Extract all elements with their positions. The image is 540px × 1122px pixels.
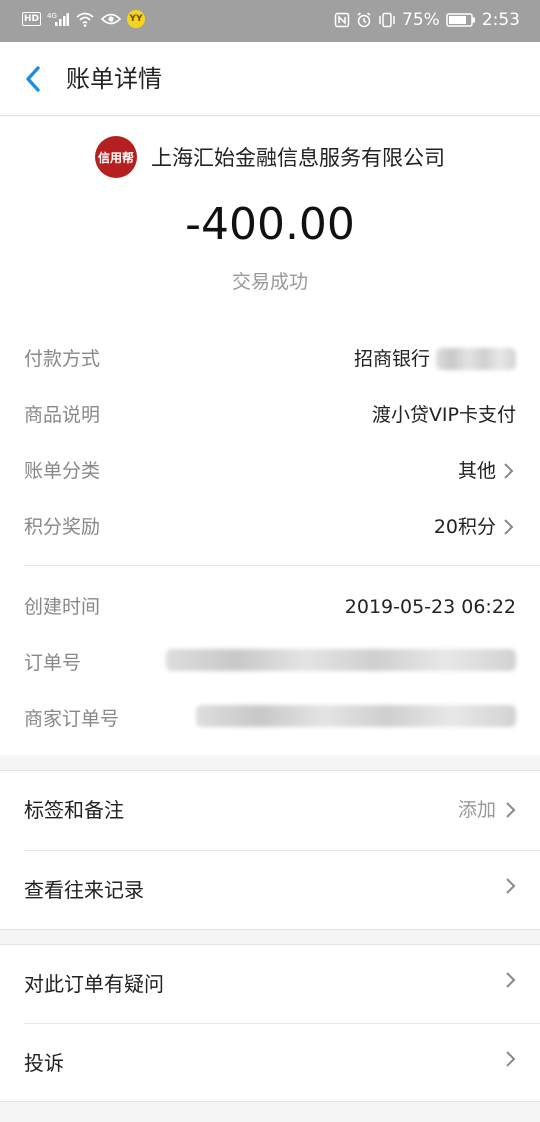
- detail-row-order-number: 订单号: [0, 635, 540, 691]
- chevron-right-icon: [504, 519, 514, 535]
- svg-text:4G: 4G: [47, 12, 57, 20]
- order-question-item[interactable]: 对此订单有疑问: [0, 945, 540, 1023]
- signal-icon: 4G: [47, 11, 70, 27]
- blurred-card-number: [436, 348, 516, 370]
- merchant-name: 上海汇始金融信息服务有限公司: [151, 146, 445, 170]
- detail-label: 商家订单号: [24, 708, 120, 730]
- detail-value: [196, 705, 516, 727]
- chevron-right-icon: [506, 1051, 516, 1067]
- chevron-right-icon: [506, 802, 516, 818]
- actions-card-2: 对此订单有疑问 投诉: [0, 944, 540, 1102]
- detail-row-payment-method[interactable]: 付款方式 招商银行: [0, 331, 540, 387]
- detail-label: 创建时间: [24, 596, 101, 618]
- bill-summary-card: 信用帮 上海汇始金融信息服务有限公司 -400.00 交易成功 付款方式 招商银…: [0, 117, 540, 755]
- list-item-label: 投诉: [24, 1051, 64, 1075]
- battery-icon: [446, 13, 476, 27]
- detail-row-bill-category[interactable]: 账单分类 其他: [0, 443, 540, 499]
- list-item-right: [504, 1048, 518, 1070]
- detail-label: 商品说明: [24, 404, 101, 426]
- chevron-right-icon: [506, 878, 516, 894]
- actions-card-1: 标签和备注 添加 查看往来记录: [0, 770, 540, 930]
- detail-label: 付款方式: [24, 348, 101, 370]
- list-item-right: [504, 969, 518, 991]
- detail-label: 积分奖励: [24, 516, 101, 538]
- list-item-label: 查看往来记录: [24, 878, 144, 902]
- merchant-row: 信用帮 上海汇始金融信息服务有限公司: [0, 135, 540, 179]
- clock-time: 2:53: [481, 10, 520, 30]
- yy-app-icon: YY: [127, 10, 146, 28]
- section-divider: [24, 565, 540, 566]
- list-item-right: 添加: [458, 795, 518, 825]
- wifi-icon: [75, 11, 95, 27]
- detail-label: 订单号: [24, 652, 82, 674]
- list-item-label: 对此订单有疑问: [24, 972, 164, 996]
- detail-value: 20积分: [434, 513, 516, 541]
- detail-value: 渡小贷VIP卡支付: [371, 404, 516, 426]
- eye-icon: [101, 12, 122, 26]
- merchant-logo: 信用帮: [95, 136, 137, 178]
- complaint-item[interactable]: 投诉: [0, 1024, 540, 1102]
- detail-row-merchant-order-number: 商家订单号: [0, 691, 540, 747]
- hd-icon: HD: [22, 12, 42, 26]
- detail-row-product-description: 商品说明 渡小贷VIP卡支付: [0, 387, 540, 443]
- status-left: HD 4G YY: [22, 10, 146, 28]
- view-history-item[interactable]: 查看往来记录: [0, 851, 540, 929]
- status-bar: HD 4G YY 75% 2:53: [0, 0, 540, 42]
- alarm-icon: [356, 12, 372, 28]
- battery-percent: 75%: [402, 10, 440, 30]
- merchant-logo-text: 信用帮: [97, 150, 134, 165]
- page-title: 账单详情: [66, 65, 162, 93]
- detail-value: 其他: [458, 457, 516, 485]
- chevron-right-icon: [504, 463, 514, 479]
- detail-value: 2019-05-23 06:22: [344, 596, 516, 618]
- header-bar: 账单详情: [0, 42, 540, 116]
- back-button[interactable]: [18, 60, 54, 98]
- detail-value: [166, 649, 516, 671]
- detail-label: 账单分类: [24, 460, 101, 482]
- bill-category-text: 其他: [457, 460, 496, 482]
- blurred-order-number: [166, 649, 516, 671]
- back-arrow-icon: [26, 66, 40, 92]
- transaction-status: 交易成功: [231, 271, 308, 293]
- chevron-right-icon: [506, 972, 516, 988]
- status-right: 75% 2:53: [334, 10, 520, 30]
- points-reward-text: 20积分: [433, 516, 496, 538]
- blurred-merchant-order-number: [196, 705, 516, 727]
- add-tag-text: 添加: [457, 799, 496, 821]
- transaction-amount: -400.00: [185, 199, 355, 250]
- list-item-right: [504, 875, 518, 897]
- payment-method-text: 招商银行: [353, 348, 430, 370]
- detail-value: 招商银行: [354, 345, 516, 373]
- detail-row-points-reward[interactable]: 积分奖励 20积分: [0, 499, 540, 555]
- list-item-label: 标签和备注: [24, 798, 124, 822]
- nfc-icon: [334, 12, 350, 28]
- vibrate-icon: [378, 12, 396, 28]
- tags-and-notes-item[interactable]: 标签和备注 添加: [0, 771, 540, 849]
- detail-row-created-time: 创建时间 2019-05-23 06:22: [0, 579, 540, 635]
